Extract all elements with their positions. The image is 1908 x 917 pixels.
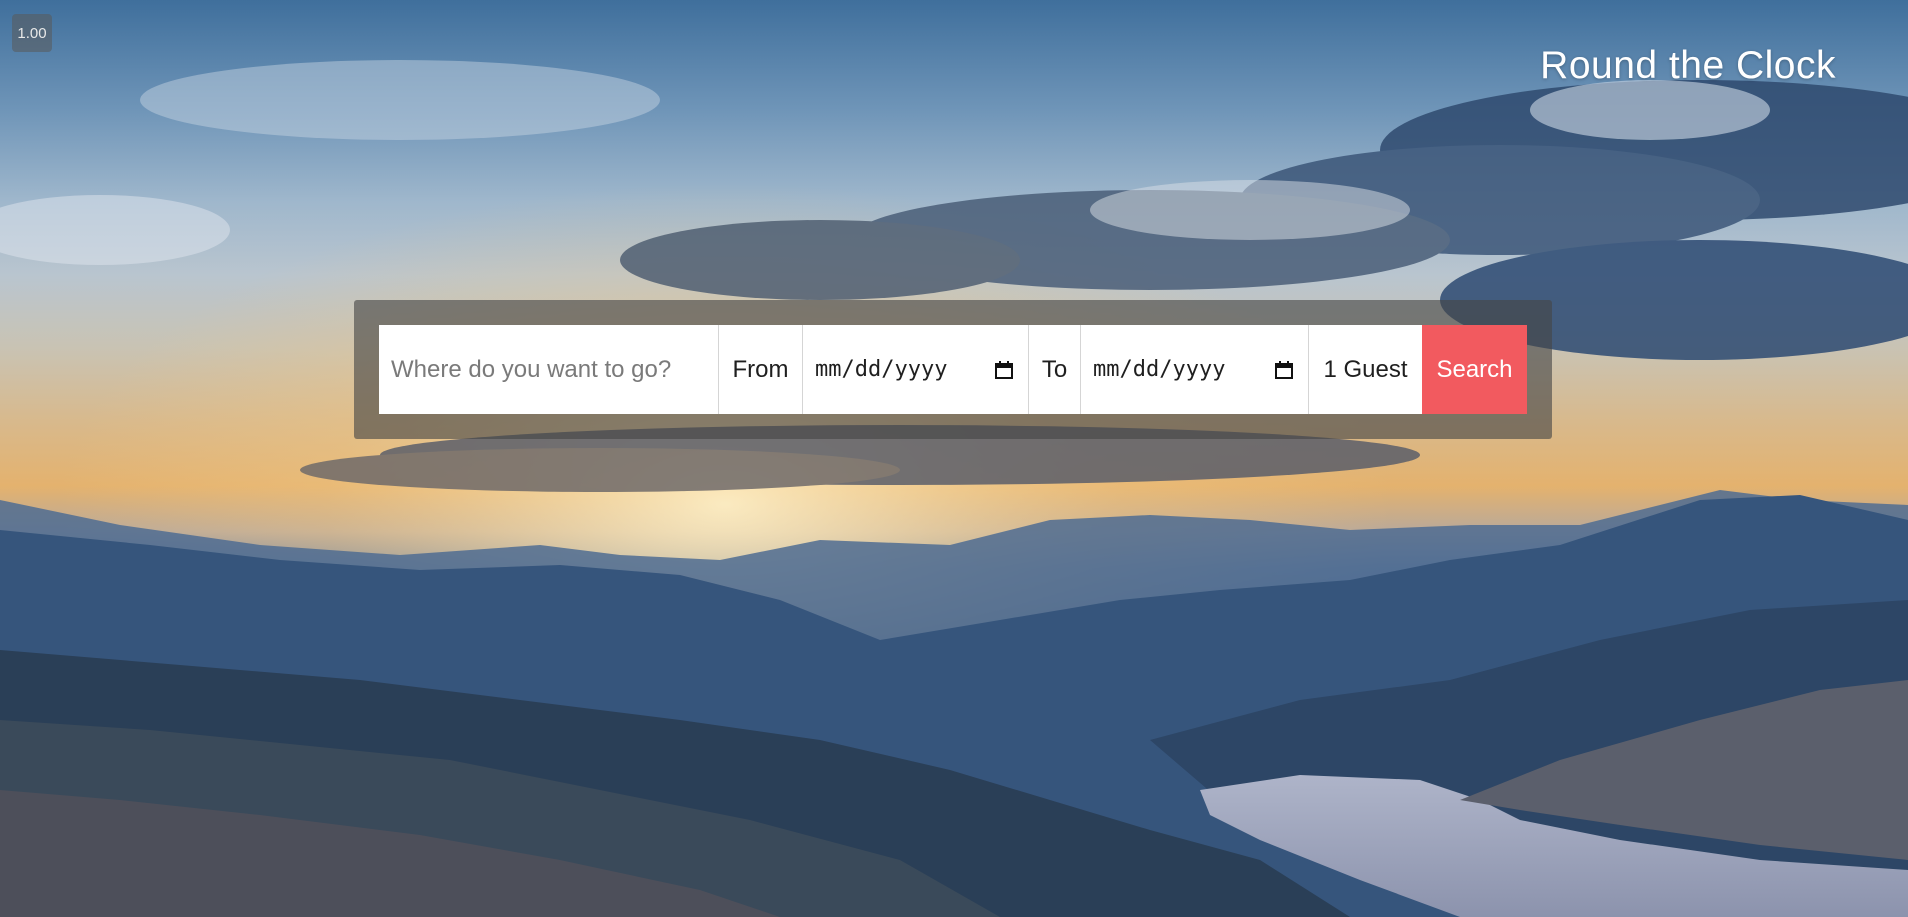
zoom-level-badge: 1.00 <box>12 14 52 52</box>
search-panel: From mm/dd/yyyy To mm/dd/yyyy <box>354 300 1552 439</box>
search-bar: From mm/dd/yyyy To mm/dd/yyyy <box>379 325 1527 414</box>
guests-selector[interactable]: 1 Guest <box>1308 325 1422 414</box>
from-date-text: mm/dd/yyyy <box>815 357 948 382</box>
hero-background: 1.00 Round the Clock From mm/dd/yyyy To … <box>0 0 1908 917</box>
from-date-input[interactable]: mm/dd/yyyy <box>802 325 1028 414</box>
destination-input[interactable] <box>379 325 718 414</box>
calendar-icon[interactable] <box>1274 360 1294 380</box>
from-label: From <box>718 325 802 414</box>
to-label: To <box>1028 325 1080 414</box>
brand-title[interactable]: Round the Clock <box>1540 44 1836 88</box>
to-date-input[interactable]: mm/dd/yyyy <box>1080 325 1308 414</box>
search-button[interactable]: Search <box>1422 325 1527 414</box>
calendar-icon[interactable] <box>994 360 1014 380</box>
landscape-illustration <box>0 0 1908 917</box>
to-date-text: mm/dd/yyyy <box>1093 357 1226 382</box>
